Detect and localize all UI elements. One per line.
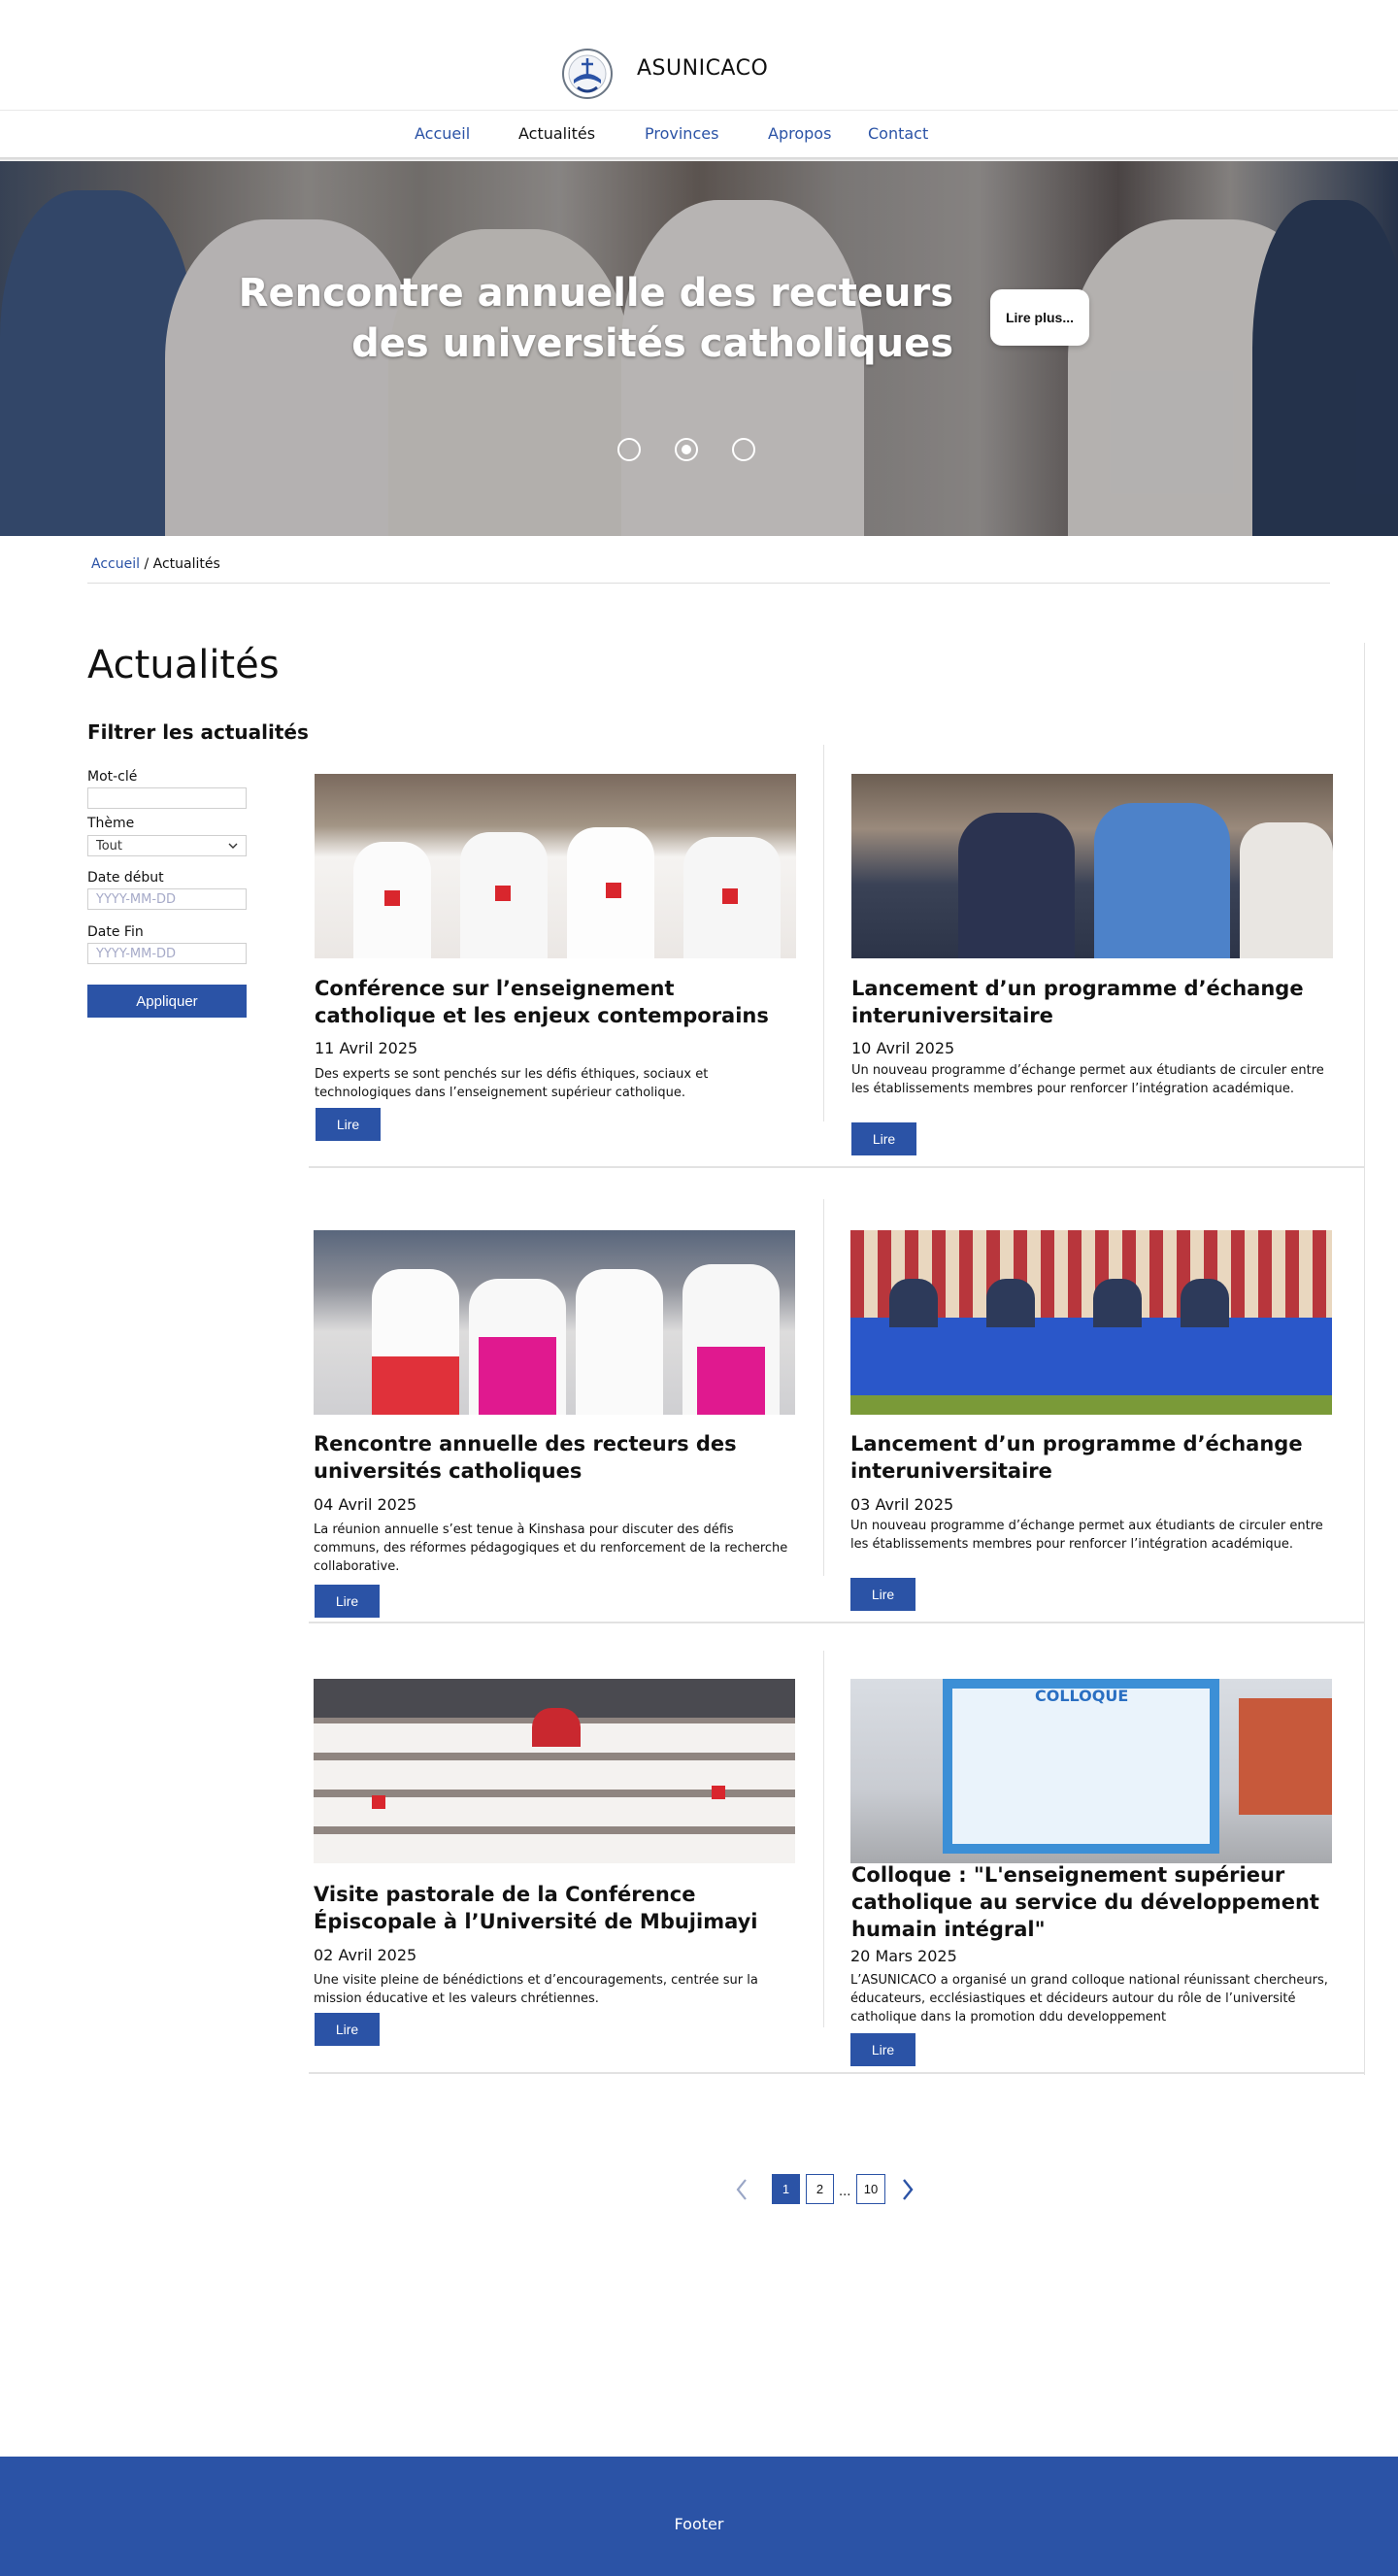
page-button-10[interactable]: 10 [856,2174,885,2204]
grid-right-border [1364,643,1365,2075]
carousel-dot-1[interactable] [617,438,641,461]
news-card-read-button[interactable]: Lire [316,1108,381,1141]
news-card-read-button[interactable]: Lire [315,1585,380,1618]
news-card-description: Des experts se sont penchés sur les défi… [315,1067,709,1100]
grid-column-divider [823,745,824,1121]
page-button-2[interactable]: 2 [806,2174,834,2204]
news-card-description: Une visite pleine de bénédictions et d’e… [314,1973,758,2006]
keyword-label: Mot-clé [87,769,138,785]
main-nav: Accueil Actualités Provinces Apropos Con… [0,111,1398,157]
nav-item-actualites[interactable]: Actualités [518,124,595,143]
theme-select[interactable]: Tout [87,835,247,856]
news-card-title[interactable]: Conférence sur l’enseignement catholique… [315,975,800,1029]
footer-text: Footer [674,2515,724,2533]
grid-row-divider [309,1622,1364,1623]
site-header: ASUNICACO [0,0,1398,111]
grid-column-divider [823,1651,824,2027]
colloque-banner-text: COLLOQUE [1035,1687,1129,1705]
news-card-title[interactable]: Lancement d’un programme d’échange inter… [851,975,1337,1029]
news-card-image[interactable] [851,774,1333,958]
news-card-image[interactable]: COLLOQUE [850,1679,1332,1863]
news-card-description: Un nouveau programme d’échange permet au… [851,1063,1324,1096]
grid-row-divider [309,2072,1364,2074]
breadcrumb: Accueil / Actualités [91,556,220,572]
end-date-label: Date Fin [87,924,144,940]
breadcrumb-current: Actualités [152,556,220,572]
news-card-description: La réunion annuelle s’est tenue à Kinsha… [314,1522,788,1574]
news-card-title[interactable]: Rencontre annuelle des recteurs des univ… [314,1430,799,1485]
news-card-date: 11 Avril 2025 [315,1039,418,1057]
start-date-input[interactable] [87,888,247,910]
news-card-date: 10 Avril 2025 [851,1039,955,1057]
breadcrumb-home[interactable]: Accueil [91,556,140,572]
carousel-dot-3[interactable] [732,438,755,461]
nav-item-accueil[interactable]: Accueil [415,124,470,143]
grid-row-divider [309,1166,1364,1168]
carousel-dot-2[interactable] [675,438,698,461]
breadcrumb-separator: / [140,556,153,572]
news-card-read-button[interactable]: Lire [851,1122,916,1155]
news-card-date: 03 Avril 2025 [850,1495,954,1514]
breadcrumb-divider [87,583,1330,584]
hero-read-more-button[interactable]: Lire plus... [990,289,1089,346]
nav-item-provinces[interactable]: Provinces [645,124,718,143]
news-card-image[interactable] [314,1679,795,1863]
news-card-read-button[interactable]: Lire [850,2033,915,2066]
filter-title: Filtrer les actualités [87,720,309,744]
news-card-description: L’ASUNICACO a organisé un grand colloque… [850,1973,1328,2024]
news-card-image[interactable] [315,774,796,958]
site-logo[interactable] [558,47,616,101]
site-title[interactable]: ASUNICACO [637,56,768,81]
news-card-image[interactable] [314,1230,795,1415]
page-button-1[interactable]: 1 [772,2174,800,2204]
hero-title: Rencontre annuelle des recteurs des univ… [238,271,953,366]
start-date-label: Date début [87,870,164,886]
chevron-down-icon [228,843,238,849]
chevron-left-icon[interactable] [731,2175,752,2204]
pagination-ellipsis: ... [839,2185,851,2199]
news-card-date: 04 Avril 2025 [314,1495,417,1514]
apply-filters-button[interactable]: Appliquer [87,985,247,1018]
logo-emblem-icon [562,49,613,99]
news-card-title[interactable]: Visite pastorale de la Conférence Épisco… [314,1881,799,1935]
theme-select-value: Tout [96,838,123,853]
news-card-date: 02 Avril 2025 [314,1946,417,1964]
news-card-image[interactable] [850,1230,1332,1415]
site-footer: Footer [0,2457,1398,2576]
nav-item-apropos[interactable]: Apropos [768,124,831,143]
keyword-input[interactable] [87,787,247,809]
news-card-title[interactable]: Colloque : "L'enseignement supérieur cat… [851,1861,1337,1943]
news-card-description: Un nouveau programme d’échange permet au… [850,1519,1323,1552]
grid-column-divider [823,1199,824,1576]
news-card-date: 20 Mars 2025 [850,1947,957,1965]
chevron-right-icon[interactable] [897,2175,918,2204]
news-card-title[interactable]: Lancement d’un programme d’échange inter… [850,1430,1336,1485]
hero-carousel: Rencontre annuelle des recteurs des univ… [0,161,1398,536]
nav-item-contact[interactable]: Contact [868,124,928,143]
page-title: Actualités [87,643,280,687]
theme-label: Thème [87,816,135,831]
news-card-read-button[interactable]: Lire [315,2013,380,2046]
news-card-read-button[interactable]: Lire [850,1578,915,1611]
end-date-input[interactable] [87,943,247,964]
